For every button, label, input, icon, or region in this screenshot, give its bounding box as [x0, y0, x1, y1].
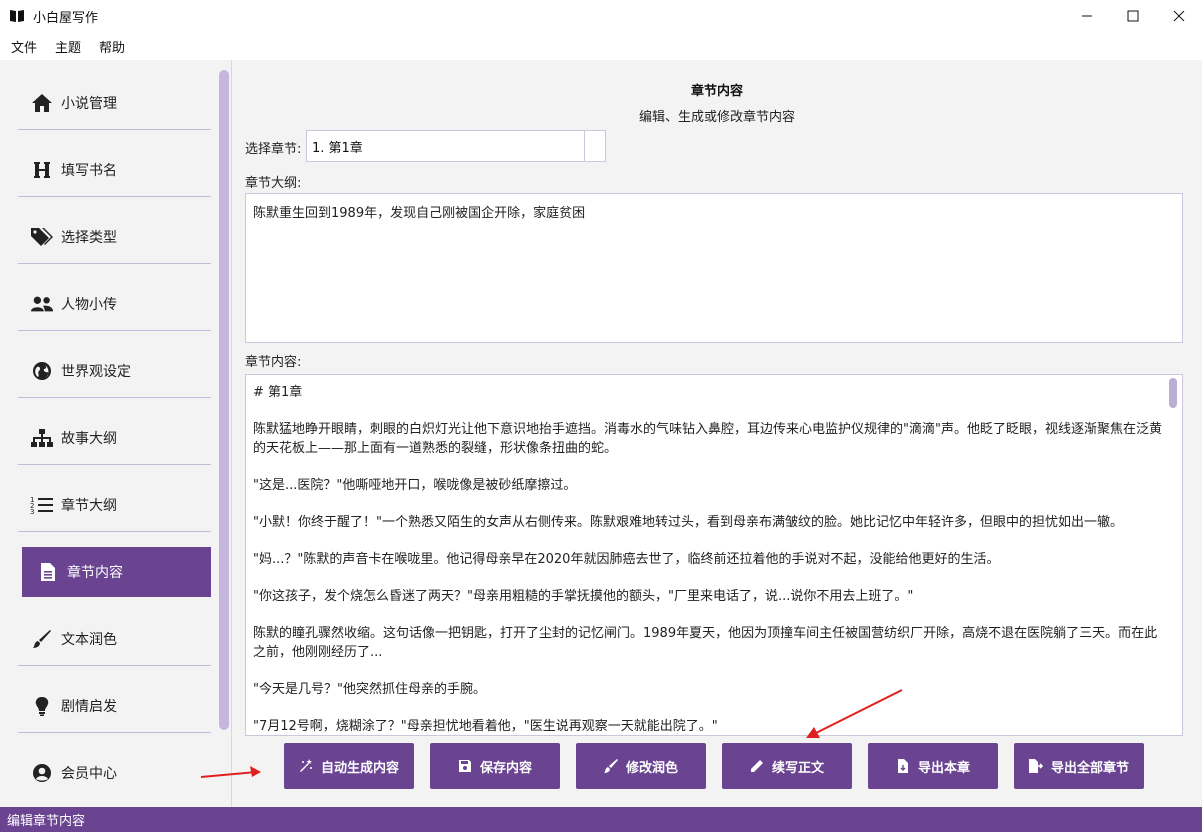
sidebar-item-label: 文本润色	[61, 631, 117, 648]
menu-help[interactable]: 帮助	[92, 37, 132, 56]
file-export-icon	[897, 759, 908, 773]
magic-icon	[299, 759, 312, 772]
sidebar-item-label: 剧情启发	[61, 698, 117, 715]
polish-button[interactable]: 修改润色	[576, 743, 706, 789]
auto-generate-button[interactable]: 自动生成内容	[284, 743, 414, 789]
tags-icon	[30, 225, 54, 249]
sidebar-item-label: 章节大纲	[61, 497, 117, 514]
heading-icon	[30, 158, 54, 182]
chevron-down-icon[interactable]	[584, 131, 605, 161]
sidebar-item-label: 章节内容	[67, 565, 123, 581]
sidebar-item-characters[interactable]: 人物小传	[18, 277, 211, 331]
sidebar-item-book-title[interactable]: 填写书名	[18, 143, 211, 197]
sitemap-icon	[30, 426, 54, 450]
menu-bar: 文件 主题 帮助	[0, 32, 1202, 60]
menu-theme[interactable]: 主题	[48, 37, 88, 56]
export-all-button[interactable]: 导出全部章节	[1014, 743, 1144, 789]
content-paragraph: 陈默猛地睁开眼睛，刺眼的白炽灯光让他下意识地抬手遮挡。消毒水的气味钻入鼻腔，耳边…	[253, 422, 1162, 456]
status-text: 编辑章节内容	[7, 814, 86, 829]
outline-text: 陈默重生回到1989年，发现自己刚被国企开除，家庭贫困	[253, 206, 586, 221]
book-icon	[10, 10, 24, 22]
title-bar: 小白屋写作	[0, 0, 1202, 32]
export-chapter-button[interactable]: 导出本章	[868, 743, 998, 789]
sidebar-item-label: 故事大纲	[61, 430, 117, 447]
button-label: 自动生成内容	[320, 760, 399, 776]
sidebar-item-label: 小说管理	[61, 95, 117, 112]
sidebar-item-chapter-content[interactable]: 章节内容	[22, 547, 211, 597]
main-panel: 章节内容 编辑、生成或修改章节内容 选择章节: 1. 第1章 章节大纲: 陈默重…	[232, 60, 1202, 807]
chapter-select-label: 选择章节:	[245, 142, 302, 157]
chapter-select[interactable]: 1. 第1章	[306, 130, 606, 162]
user-circle-icon	[30, 761, 54, 785]
sidebar-item-polish[interactable]: 文本润色	[18, 612, 211, 666]
button-label: 修改润色	[625, 760, 678, 776]
list-ol-icon: 123	[30, 493, 54, 517]
svg-text:3: 3	[30, 508, 34, 515]
button-label: 续写正文	[771, 760, 824, 776]
sidebar-item-novel-manage[interactable]: 小说管理	[18, 76, 211, 130]
export-all-icon	[1028, 759, 1043, 773]
annotation-arrow	[806, 689, 903, 738]
status-bar: 编辑章节内容	[0, 807, 1202, 832]
chapter-select-value: 1. 第1章	[312, 140, 363, 156]
lightbulb-icon	[30, 694, 54, 718]
sidebar-item-label: 选择类型	[61, 229, 117, 246]
content-text: # 第1章 陈默猛地睁开眼睛，刺眼的白炽灯光让他下意识地抬手遮挡。消毒水的气味钻…	[253, 383, 1163, 735]
sidebar-item-label: 会员中心	[61, 766, 117, 782]
file-icon	[36, 560, 60, 584]
sidebar-item-chapter-outline[interactable]: 123 章节大纲	[18, 478, 211, 532]
save-icon	[458, 760, 471, 772]
menu-file[interactable]: 文件	[4, 37, 44, 56]
sidebar-item-plot-inspiration[interactable]: 剧情启发	[18, 679, 211, 733]
close-button[interactable]	[1156, 0, 1202, 32]
content-paragraph: "妈...？"陈默的声音卡在喉咙里。他记得母亲早在2020年就因肺癌去世了，临终…	[253, 552, 1000, 567]
pen-icon	[750, 760, 763, 772]
brush-icon	[30, 627, 54, 651]
sidebar-item-label: 人物小传	[61, 296, 117, 313]
app-body: 小说管理 填写书名 选择类型 人物小传 世界观设定 故事大纲 1 2 3 章节大…	[0, 60, 1202, 807]
minimize-button[interactable]	[1064, 0, 1110, 32]
content-paragraph: 陈默的瞳孔骤然收缩。这句话像一把钥匙，打开了尘封的记忆闸门。1989年夏天，他因…	[253, 626, 1158, 660]
annotation-arrow	[200, 766, 261, 778]
close-icon	[1173, 10, 1185, 22]
button-label: 导出全部章节	[1050, 760, 1129, 776]
maximize-button[interactable]	[1110, 0, 1156, 32]
outline-label: 章节大纲:	[245, 176, 302, 191]
content-paragraph: "你这孩子，发个烧怎么昏迷了两天？"母亲用粗糙的手掌抚摸他的额头，"厂里来电话了…	[253, 589, 914, 604]
content-textarea[interactable]: # 第1章 陈默猛地睁开眼睛，刺眼的白炽灯光让他下意识地抬手遮挡。消毒水的气味钻…	[245, 374, 1183, 736]
sidebar-item-worldview[interactable]: 世界观设定	[18, 344, 211, 398]
content-paragraph: "小默！你终于醒了！"一个熟悉又陌生的女声从右侧传来。陈默艰难地转过头，看到母亲…	[253, 515, 1123, 530]
sidebar: 小说管理 填写书名 选择类型 人物小传 世界观设定 故事大纲 1 2 3 章节大…	[0, 60, 232, 807]
minimize-icon	[1082, 15, 1092, 17]
save-content-button[interactable]: 保存内容	[430, 743, 560, 789]
sidebar-item-membership[interactable]: 会员中心	[18, 746, 211, 800]
content-paragraph: "这是...医院？"他嘶哑地开口，喉咙像是被砂纸摩擦过。	[253, 478, 577, 493]
sidebar-item-story-outline[interactable]: 故事大纲	[18, 411, 211, 465]
content-paragraph: "7月12号啊，烧糊涂了？"母亲担忧地看着他，"医生说再观察一天就能出院了。"	[253, 719, 718, 734]
content-paragraph: "今天是几号？"他突然抓住母亲的手腕。	[253, 682, 486, 697]
brush-icon	[603, 759, 618, 773]
button-label: 导出本章	[917, 760, 970, 776]
maximize-icon	[1127, 10, 1139, 22]
sidebar-item-label: 世界观设定	[61, 363, 131, 380]
users-icon	[30, 292, 54, 316]
sidebar-item-genre[interactable]: 选择类型	[18, 210, 211, 264]
outline-textarea[interactable]: 陈默重生回到1989年，发现自己刚被国企开除，家庭贫困	[245, 193, 1183, 343]
window-title: 小白屋写作	[33, 10, 99, 26]
home-icon	[30, 91, 54, 115]
continue-writing-button[interactable]: 续写正文	[722, 743, 852, 789]
button-label: 保存内容	[479, 760, 532, 776]
page-subtitle: 编辑、生成或修改章节内容	[638, 110, 795, 125]
content-scrollbar[interactable]	[1169, 378, 1177, 408]
sidebar-scrollbar[interactable]	[219, 70, 229, 730]
page-title: 章节内容	[690, 84, 743, 99]
globe-icon	[30, 359, 54, 383]
content-label: 章节内容:	[245, 355, 302, 370]
sidebar-item-label: 填写书名	[61, 162, 117, 179]
content-paragraph: # 第1章	[253, 385, 303, 400]
